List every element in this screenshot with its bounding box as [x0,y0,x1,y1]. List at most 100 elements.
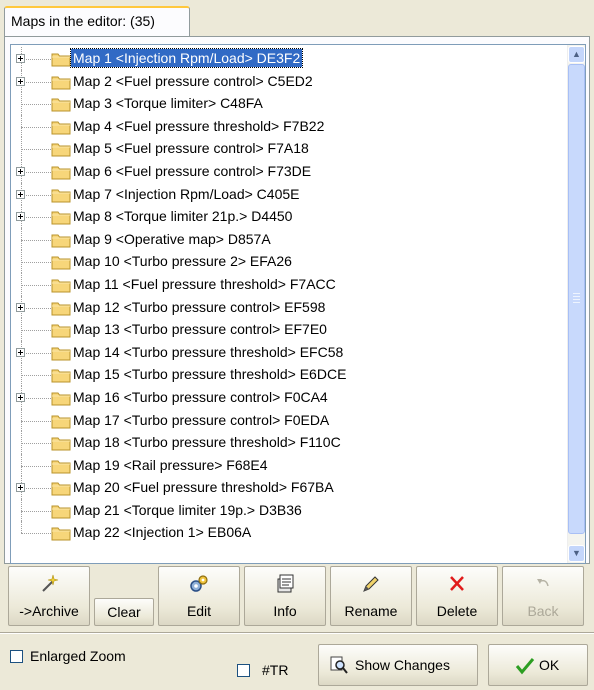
tree-item-label: Map 1 <Injection Rpm/Load> DE3F2 [69,48,304,68]
tree-connector [21,352,51,354]
tree-item[interactable]: Map 6 <Fuel pressure control> F73DE [11,159,567,183]
tree-item-label: Map 10 <Turbo pressure 2> EFA26 [73,253,292,270]
tree-connector [21,488,51,490]
rename-label: Rename [344,603,398,619]
tree-connector [21,420,51,422]
vertical-scrollbar[interactable]: ▲ ▼ [567,45,585,563]
edit-label: Edit [186,603,212,619]
tree-connector [21,126,51,128]
folder-icon [51,525,71,541]
rename-button[interactable]: Rename [330,566,412,626]
tree-connector [21,533,51,535]
show-changes-button[interactable]: Show Changes [318,644,478,686]
delete-label: Delete [436,603,478,619]
folder-icon [51,367,71,383]
tree-item-label: Map 14 <Turbo pressure threshold> EFC58 [73,343,344,360]
tree-item[interactable]: Map 16 <Turbo pressure control> F0CA4 [11,385,567,409]
tree-item[interactable]: Map 4 <Fuel pressure threshold> F7B22 [11,114,567,138]
folder-icon [51,322,71,338]
tree-item-label: Map 16 <Turbo pressure control> F0CA4 [73,388,328,405]
toolbar: ->Archive Clear Edit Info Rename Delete … [8,566,590,626]
tree-item[interactable]: Map 5 <Fuel pressure control> F7A18 [11,137,567,160]
folder-icon [51,254,71,270]
tree-item[interactable]: Map 22 <Injection 1> EB06A [11,521,567,544]
pencil-icon [331,573,411,595]
tree-item[interactable]: Map 20 <Fuel pressure threshold> F67BA [11,476,567,499]
info-button[interactable]: Info [244,566,326,626]
enlarged-zoom-checkbox[interactable] [10,650,23,663]
red-x-icon [417,573,497,595]
folder-icon [51,503,71,519]
tree-item-label: Map 22 <Injection 1> EB06A [73,524,252,541]
expand-icon[interactable] [16,392,25,402]
clear-button[interactable]: Clear [94,598,154,626]
tree-item-label: Map 7 <Injection Rpm/Load> C405E [73,185,300,202]
tree-item[interactable]: Map 7 <Injection Rpm/Load> C405E [11,182,567,206]
tree-item[interactable]: Map 11 <Fuel pressure threshold> F7ACC [11,272,567,296]
maps-tree[interactable]: Map 1 <Injection Rpm/Load> DE3F2 Map 2 <F… [10,44,586,564]
magnifier-icon [329,655,349,678]
expand-icon[interactable] [16,189,25,199]
expand-icon[interactable] [16,166,25,176]
tree-item-label: Map 18 <Turbo pressure threshold> F110C [73,434,341,451]
folder-icon [51,141,71,157]
tree-item-label: Map 9 <Operative map> D857A [73,230,271,247]
delete-button[interactable]: Delete [416,566,498,626]
ok-label: OK [539,657,560,673]
folder-icon [51,277,71,293]
expand-icon[interactable] [16,347,25,357]
folder-icon [51,209,71,225]
expand-icon[interactable] [16,76,25,86]
expand-icon[interactable] [16,483,25,493]
tree-item[interactable]: Map 8 <Torque limiter 21p.> D4450 [11,205,567,228]
tree-item-label: Map 19 <Rail pressure> F68E4 [73,456,268,473]
folder-icon [51,435,71,451]
tree-connector [21,262,51,264]
tree-connector [21,149,51,151]
archive-button[interactable]: ->Archive [8,566,90,626]
scroll-up-button[interactable]: ▲ [568,46,585,63]
folder-icon [51,187,71,203]
tree-item[interactable]: Map 17 <Turbo pressure control> F0EDA [11,408,567,432]
back-label: Back [527,603,559,619]
expand-icon[interactable] [16,54,25,63]
clear-label: Clear [107,604,141,620]
tree-connector [21,217,51,219]
expand-icon[interactable] [16,302,25,312]
enlarged-zoom-label: Enlarged Zoom [30,648,126,664]
tree-connector [21,171,51,173]
back-button[interactable]: Back [502,566,584,626]
folder-icon [51,413,71,429]
tree-connector [21,239,51,241]
tree-item-label: Map 17 <Turbo pressure control> F0EDA [73,411,330,428]
tree-item[interactable]: Map 15 <Turbo pressure threshold> E6DCE [11,363,567,386]
tree-item[interactable]: Map 13 <Turbo pressure control> EF7E0 [11,318,567,341]
ok-button[interactable]: OK [488,644,588,686]
archive-label: ->Archive [19,603,79,619]
tab-maps-in-editor[interactable]: Maps in the editor: (35) [4,6,190,36]
tree-item[interactable]: Map 21 <Torque limiter 19p.> D3B36 [11,498,567,522]
tree-item[interactable]: Map 14 <Turbo pressure threshold> EFC58 [11,340,567,364]
tree-item[interactable]: Map 2 <Fuel pressure control> C5ED2 [11,69,567,93]
checkmark-icon [515,657,535,678]
tree-item[interactable]: Map 19 <Rail pressure> F68E4 [11,453,567,477]
tree-item[interactable]: Map 10 <Turbo pressure 2> EFA26 [11,250,567,273]
tree-item[interactable]: Map 9 <Operative map> D857A [11,227,567,251]
tree-item-label: Map 20 <Fuel pressure threshold> F67BA [73,479,334,496]
tree-item[interactable]: Map 3 <Torque limiter> C48FA [11,92,567,115]
tree-item[interactable]: Map 18 <Turbo pressure threshold> F110C [11,431,567,454]
folder-icon [51,300,71,316]
tree-connector [21,59,51,60]
scroll-thumb[interactable] [568,64,585,534]
edit-button[interactable]: Edit [158,566,240,626]
tr-checkbox[interactable] [237,664,250,677]
tree-item[interactable]: Map 12 <Turbo pressure control> EF598 [11,295,567,319]
tree-item[interactable]: Map 1 <Injection Rpm/Load> DE3F2 [11,47,567,70]
expand-icon[interactable] [16,212,25,222]
undo-icon [503,573,583,595]
scroll-down-button[interactable]: ▼ [568,545,585,562]
tree-item-label: Map 4 <Fuel pressure threshold> F7B22 [73,117,325,134]
wand-icon [9,573,89,595]
tree-item-label: Map 11 <Fuel pressure threshold> F7ACC [73,275,336,292]
tree-connector [21,330,51,332]
